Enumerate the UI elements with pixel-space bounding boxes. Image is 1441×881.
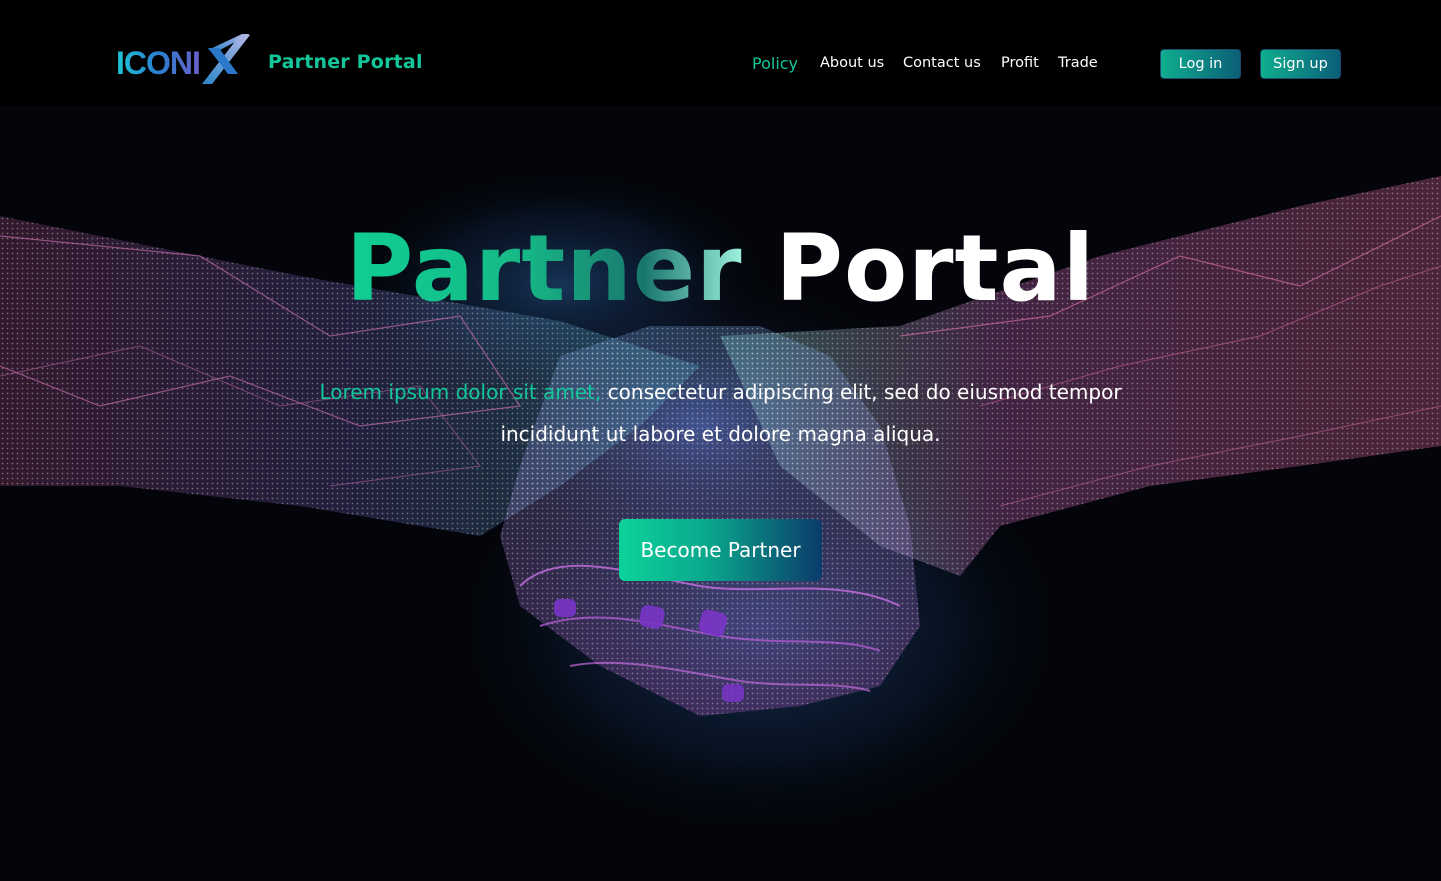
svg-text:ICONI: ICONI <box>116 45 200 81</box>
nav-item-trade[interactable]: Trade <box>1058 55 1098 71</box>
nav-item-policy[interactable]: Policy <box>752 54 798 73</box>
nav-item-profit[interactable]: Profit <box>1001 55 1039 71</box>
hero-title-part2: Portal <box>775 215 1096 322</box>
site-header: ICONI Partner Portal Policy About us Con… <box>0 0 1441 106</box>
nav-item-contact-us[interactable]: Contact us <box>903 55 981 71</box>
hero-subtitle-line2: incididunt ut labore et dolore magna ali… <box>500 422 941 446</box>
become-partner-button[interactable]: Become Partner <box>619 519 822 581</box>
hero-subtitle-line1: Lorem ipsum dolor sit amet, consectetur … <box>0 380 1441 404</box>
hero-section: Partner Portal Lorem ipsum dolor sit ame… <box>0 106 1441 881</box>
nav-item-about-us[interactable]: About us <box>820 55 884 71</box>
hero-subtitle-accent: Lorem ipsum dolor sit amet, <box>319 380 602 404</box>
hero-title-part1: Partner <box>345 215 743 322</box>
brand-title: Partner Portal <box>268 51 423 73</box>
login-button[interactable]: Log in <box>1160 49 1241 79</box>
hero-subtitle-rest: consectetur adipiscing elit, sed do eius… <box>607 380 1122 404</box>
signup-button[interactable]: Sign up <box>1260 49 1341 79</box>
hero-title: Partner Portal <box>0 214 1441 324</box>
iconix-logo[interactable]: ICONI <box>116 34 252 88</box>
